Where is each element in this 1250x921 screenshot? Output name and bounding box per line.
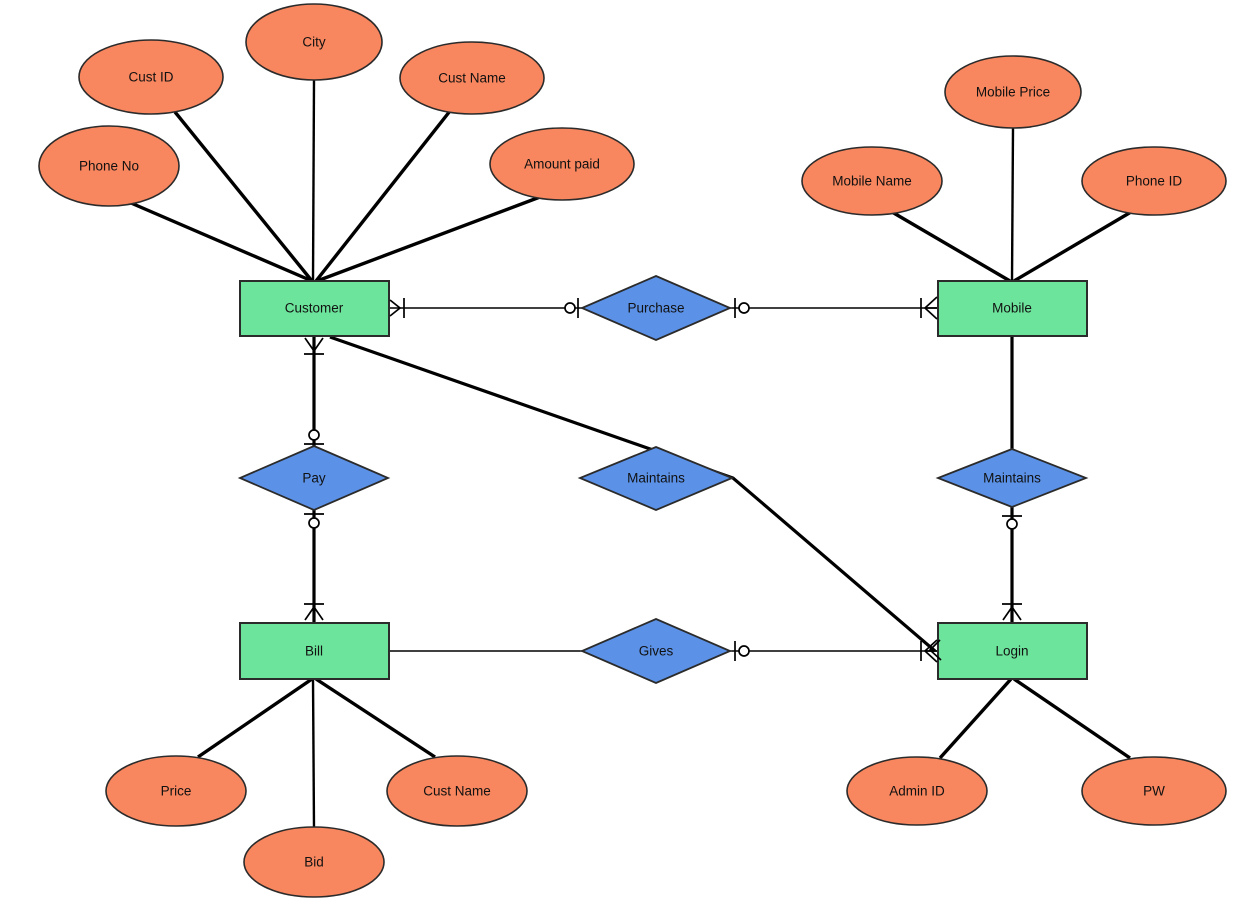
attribute-mobile-name[interactable]: Mobile Name (801, 146, 943, 216)
circle-glyph (738, 645, 750, 657)
city-label: City (302, 35, 325, 50)
relationship-pay[interactable]: Pay (237, 445, 391, 511)
link-phone-no-customer (130, 201, 313, 283)
cust-name-label: Cust Name (438, 71, 506, 86)
pay-label: Pay (302, 471, 326, 486)
attribute-amount-paid[interactable]: Amount paid (489, 127, 635, 201)
mobile-label: Mobile (992, 301, 1032, 316)
login-label: Login (995, 644, 1028, 659)
notation-customer-pay-near (304, 337, 324, 355)
admin-id-label: Admin ID (889, 784, 945, 799)
pw-label: PW (1143, 784, 1165, 799)
bill-label: Bill (305, 644, 323, 659)
relationship-maintains-right[interactable]: Maintains (935, 448, 1089, 508)
mobile-name-label: Mobile Name (832, 174, 912, 189)
link-bid-bill (311, 678, 316, 829)
relationship-nodes: Purchase Pay Maintains Maintains Gives (237, 275, 1089, 684)
relationship-purchase[interactable]: Purchase (579, 275, 733, 341)
attribute-connector-lines (130, 79, 1132, 829)
attribute-phone-no[interactable]: Phone No (38, 125, 180, 207)
circle-glyph (564, 302, 576, 314)
notation-maintains-right-login (1002, 603, 1022, 621)
link-admin-id-login (938, 677, 1013, 760)
purchase-label: Purchase (627, 301, 684, 316)
attribute-cust-id[interactable]: Cust ID (78, 39, 224, 115)
attribute-city[interactable]: City (245, 3, 383, 81)
attribute-bill-cust-name[interactable]: Cust Name (386, 755, 528, 827)
link-mobile-name-mobile (891, 210, 1011, 283)
bid-label: Bid (304, 855, 324, 870)
mobile-price-label: Mobile Price (976, 85, 1050, 100)
relationship-gives[interactable]: Gives (579, 618, 733, 684)
phone-id-label: Phone ID (1126, 174, 1183, 189)
attribute-admin-id[interactable]: Admin ID (846, 756, 988, 826)
link-bill-cust-name-bill (315, 677, 436, 759)
link-city-customer (311, 79, 316, 282)
attribute-phone-id[interactable]: Phone ID (1081, 146, 1227, 216)
gives-label: Gives (639, 644, 674, 659)
link-mobile-price-mobile (1010, 127, 1015, 282)
entity-mobile[interactable]: Mobile (937, 280, 1088, 337)
attribute-mobile-price[interactable]: Mobile Price (944, 55, 1082, 129)
phone-no-label: Phone No (79, 159, 139, 174)
attribute-nodes: Cust ID City Cust Name Phone No Amount p… (38, 3, 1227, 898)
maintains-middle-label: Maintains (627, 471, 685, 486)
entity-customer[interactable]: Customer (239, 280, 390, 337)
amount-paid-label: Amount paid (524, 157, 600, 172)
attribute-cust-name[interactable]: Cust Name (399, 41, 545, 115)
link-pw-login (1013, 677, 1131, 760)
attribute-price[interactable]: Price (105, 755, 247, 827)
er-diagram-svg: Purchase Pay Maintains Maintains Gives C… (38, 3, 1227, 898)
relationship-maintains-middle[interactable]: Maintains (577, 446, 735, 511)
entity-bill[interactable]: Bill (239, 622, 390, 680)
attribute-bid[interactable]: Bid (243, 826, 385, 898)
cust-id-label: Cust ID (128, 70, 173, 85)
circle-glyph (1006, 518, 1018, 530)
price-label: Price (161, 784, 192, 799)
attribute-pw[interactable]: PW (1081, 756, 1227, 826)
notation-pay-bill-far (304, 603, 324, 621)
circle-glyph (308, 429, 320, 441)
maintains-right-label: Maintains (983, 471, 1041, 486)
circle-glyph (308, 517, 320, 529)
link-phone-id-mobile (1013, 210, 1132, 283)
link-cust-id-customer (173, 110, 314, 283)
circle-glyph (738, 302, 750, 314)
link-price-bill (197, 677, 313, 759)
bill-cust-name-label: Cust Name (423, 784, 491, 799)
er-diagram-canvas: Purchase Pay Maintains Maintains Gives C… (0, 0, 1250, 921)
entity-login[interactable]: Login (937, 622, 1088, 680)
customer-label: Customer (285, 301, 344, 316)
